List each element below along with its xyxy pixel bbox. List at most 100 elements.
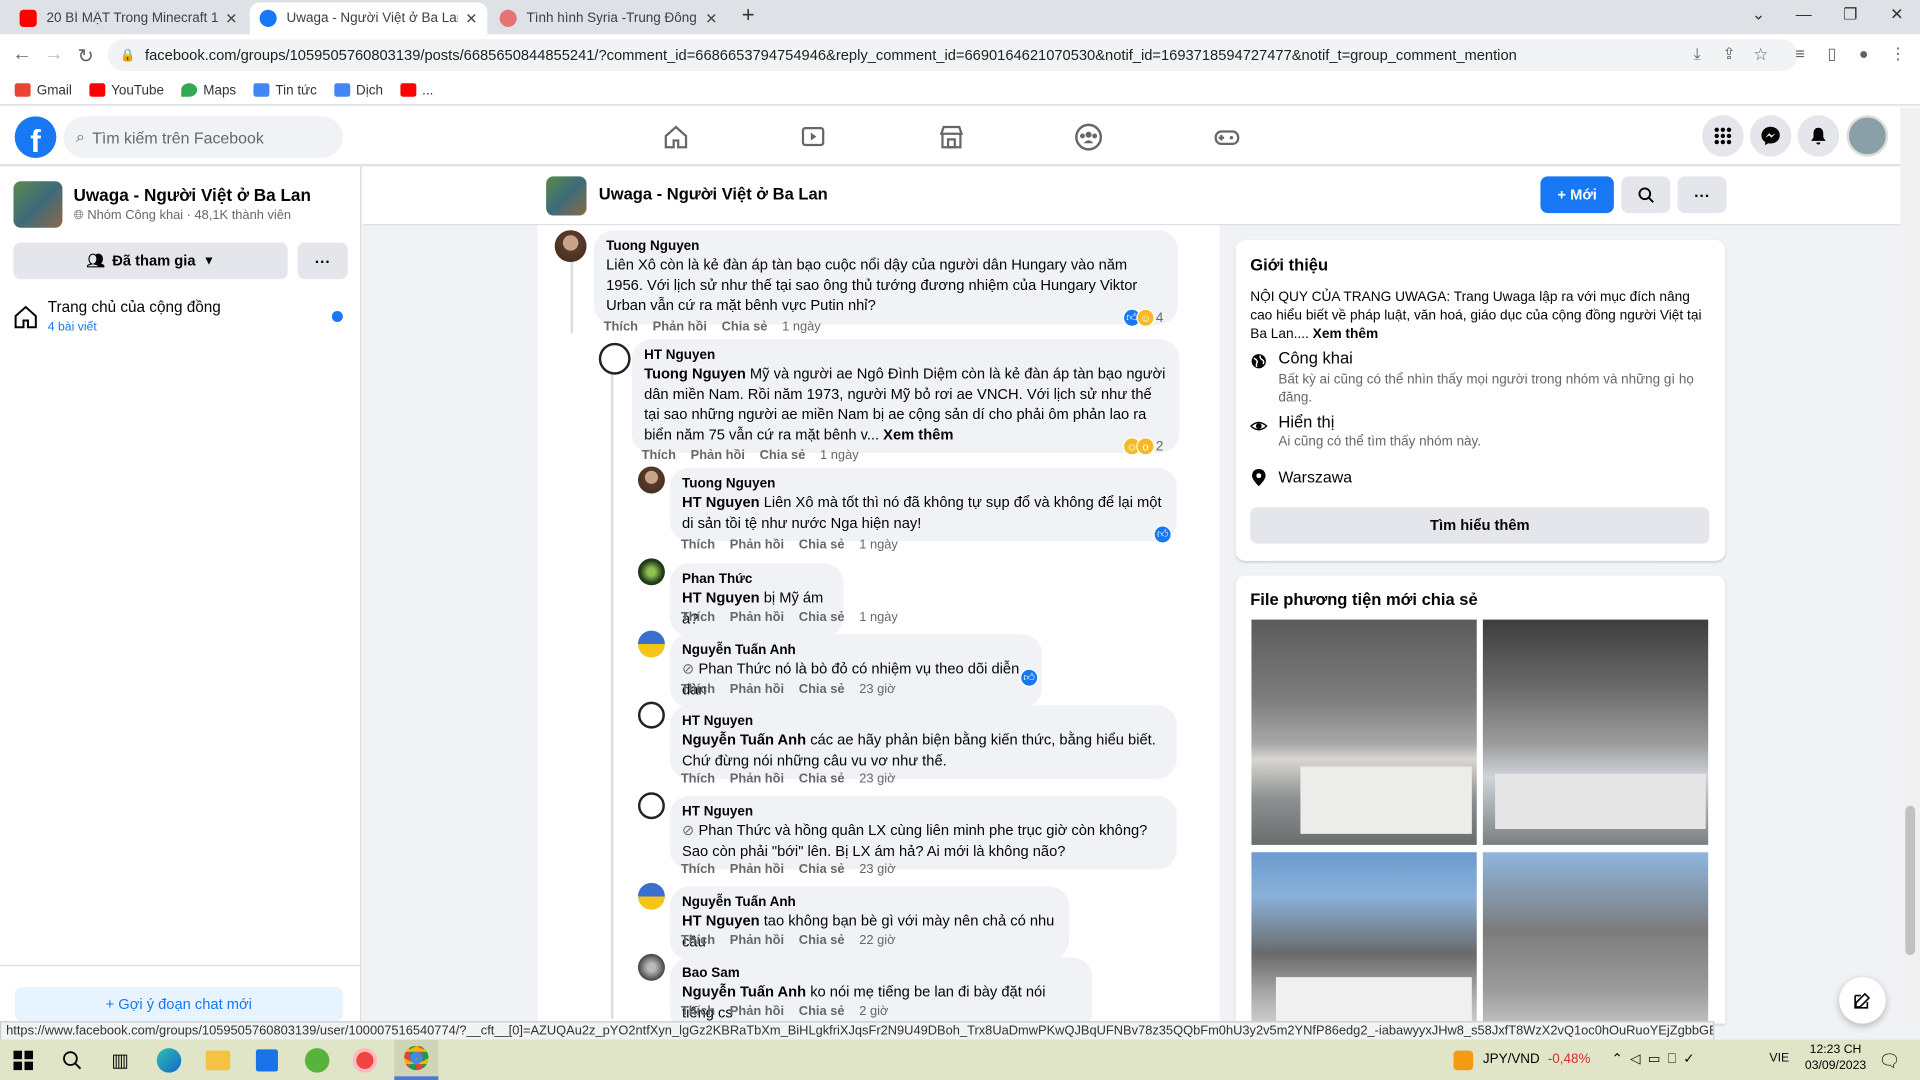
reaction-count[interactable]: 👍︎	[1020, 668, 1039, 687]
file-explorer-icon[interactable]	[204, 1047, 231, 1074]
media-photo-3[interactable]	[1251, 852, 1477, 1024]
install-icon[interactable]: ⤓	[1685, 44, 1709, 64]
see-more-link[interactable]: Xem thêm	[1313, 327, 1378, 342]
facebook-logo-icon[interactable]: f	[14, 116, 57, 159]
mention-tag[interactable]: HT Nguyen	[682, 493, 760, 510]
comment-author[interactable]: Tuong Nguyen	[682, 475, 1164, 492]
search-icon[interactable]	[59, 1047, 86, 1074]
reload-icon[interactable]: ↻	[73, 44, 97, 68]
group-search-button[interactable]	[1621, 176, 1671, 214]
menu-icon[interactable]: ⋮	[1886, 44, 1910, 64]
share-button[interactable]: Chia sẻ	[799, 538, 845, 553]
see-more-link[interactable]: Xem thêm	[879, 426, 953, 443]
avatar[interactable]	[637, 558, 665, 586]
maximize-button[interactable]: ❐	[1832, 5, 1869, 25]
comment-time[interactable]: 1 ngày	[859, 538, 898, 553]
comment-author[interactable]: Phan Thức	[682, 571, 831, 588]
minimize-button[interactable]: —	[1785, 5, 1822, 23]
avatar[interactable]	[637, 953, 665, 981]
comment-author[interactable]: HT Nguyen	[682, 713, 1164, 730]
mention-tag[interactable]: Nguyễn Tuấn Anh	[682, 983, 806, 1000]
menu-grid-icon[interactable]	[1702, 115, 1744, 157]
mention-tag[interactable]: Tuong Nguyen	[644, 365, 746, 382]
task-view-icon[interactable]: ▥	[107, 1047, 134, 1074]
reply-button[interactable]: Phản hồi	[653, 320, 707, 335]
like-button[interactable]: Thích	[604, 320, 638, 335]
share-button[interactable]: Chia sẻ	[760, 448, 806, 463]
comment-time[interactable]: 23 giờ	[859, 862, 895, 877]
tab-2[interactable]: Uwaga - Người Việt ở Ba Lan | Dzi ✕	[249, 2, 488, 35]
share-icon[interactable]: ⇪	[1717, 44, 1741, 64]
share-button[interactable]: Chia sẻ	[799, 1004, 845, 1019]
new-tab-button[interactable]: +	[730, 2, 767, 28]
like-button[interactable]: Thích	[681, 771, 715, 786]
input-language[interactable]: VIE	[1769, 1052, 1789, 1065]
comment-time[interactable]: 22 giờ	[859, 933, 895, 948]
chrome-icon[interactable]	[394, 1039, 439, 1080]
media-photo-4[interactable]	[1482, 852, 1709, 1024]
bookmark-gmail[interactable]: Gmail	[14, 83, 72, 97]
share-button[interactable]: Chia sẻ	[799, 933, 845, 948]
group-name[interactable]: Uwaga - Người Việt ở Ba Lan	[73, 185, 310, 205]
comment-time[interactable]: 23 giờ	[859, 771, 895, 786]
close-tab-icon[interactable]: ✕	[465, 10, 477, 27]
bookmark-youtube[interactable]: YouTube	[89, 83, 164, 97]
watch-icon[interactable]	[744, 114, 881, 161]
clock[interactable]: 12:23 CH 03/09/2023	[1805, 1043, 1866, 1072]
like-button[interactable]: Thích	[681, 933, 715, 948]
like-button[interactable]: Thích	[681, 538, 715, 553]
bookmark-star-icon[interactable]: ☆	[1749, 44, 1773, 65]
close-window-button[interactable]: ✕	[1878, 5, 1915, 25]
home-icon[interactable]	[607, 114, 744, 161]
reply-button[interactable]: Phản hồi	[730, 933, 784, 948]
store-icon[interactable]	[253, 1047, 280, 1074]
like-button[interactable]: Thích	[681, 610, 715, 625]
reaction-count[interactable]: ☺︎ o 2	[1122, 437, 1163, 456]
system-tray-icons[interactable]: ⌃◁▭⎕✓	[1611, 1051, 1701, 1068]
reading-list-icon[interactable]: ≡	[1788, 44, 1812, 62]
avatar[interactable]	[637, 466, 665, 494]
close-tab-icon[interactable]: ✕	[705, 10, 717, 27]
notifications-bell-icon[interactable]	[1797, 115, 1840, 157]
comment-time[interactable]: 23 giờ	[859, 682, 895, 697]
edge-icon[interactable]	[156, 1047, 183, 1074]
bookmark-translate[interactable]: Dịch	[333, 83, 383, 97]
reply-button[interactable]: Phản hồi	[730, 610, 784, 625]
like-button[interactable]: Thích	[642, 448, 676, 463]
share-button[interactable]: Chia sẻ	[799, 862, 845, 877]
comment-author[interactable]: Tuong Nguyen	[606, 238, 1166, 255]
notification-center-icon[interactable]: 🗨︎	[1876, 1047, 1903, 1074]
group-more-button[interactable]: ···	[1677, 176, 1727, 214]
comment-author[interactable]: Bao Sam	[682, 965, 1080, 982]
learn-more-button[interactable]: Tìm hiểu thêm	[1250, 506, 1710, 544]
comment-time[interactable]: 1 ngày	[859, 610, 898, 625]
suggest-chat-button[interactable]: + Gợi ý đoạn chat mới	[14, 986, 343, 1022]
community-home-link[interactable]: Trang chủ của cộng đồng	[48, 299, 221, 316]
windows-start-icon[interactable]	[10, 1047, 37, 1074]
comment-author[interactable]: HT Nguyen	[682, 803, 1164, 820]
group-title[interactable]: Uwaga - Người Việt ở Ba Lan	[599, 185, 828, 203]
app-icon[interactable]	[304, 1047, 331, 1074]
media-photo-2[interactable]	[1482, 619, 1709, 845]
like-button[interactable]: Thích	[681, 862, 715, 877]
avatar[interactable]	[1846, 115, 1889, 157]
more-options-button[interactable]: ···	[297, 242, 348, 280]
group-thumbnail[interactable]	[546, 176, 587, 216]
comment-author[interactable]: HT Nguyen	[644, 347, 1167, 364]
reply-button[interactable]: Phản hồi	[691, 448, 745, 463]
gaming-icon[interactable]	[1158, 114, 1295, 161]
app-icon[interactable]	[351, 1047, 378, 1074]
mention-tag[interactable]: HT Nguyen	[682, 589, 760, 606]
stock-name[interactable]: JPY/VND	[1483, 1052, 1540, 1067]
media-photo-1[interactable]	[1251, 619, 1477, 845]
back-icon[interactable]: ←	[10, 44, 34, 66]
reply-button[interactable]: Phản hồi	[730, 682, 784, 697]
avatar[interactable]	[637, 701, 665, 729]
mention-tag[interactable]: HT Nguyen	[682, 912, 760, 929]
share-button[interactable]: Chia sẻ	[799, 771, 845, 786]
page-scrollbar[interactable]	[1900, 107, 1920, 1024]
reply-button[interactable]: Phản hồi	[730, 862, 784, 877]
comment-author[interactable]: Nguyễn Tuấn Anh	[682, 642, 1030, 659]
reaction-count[interactable]: 👍︎	[1153, 525, 1172, 544]
reply-button[interactable]: Phản hồi	[730, 771, 784, 786]
